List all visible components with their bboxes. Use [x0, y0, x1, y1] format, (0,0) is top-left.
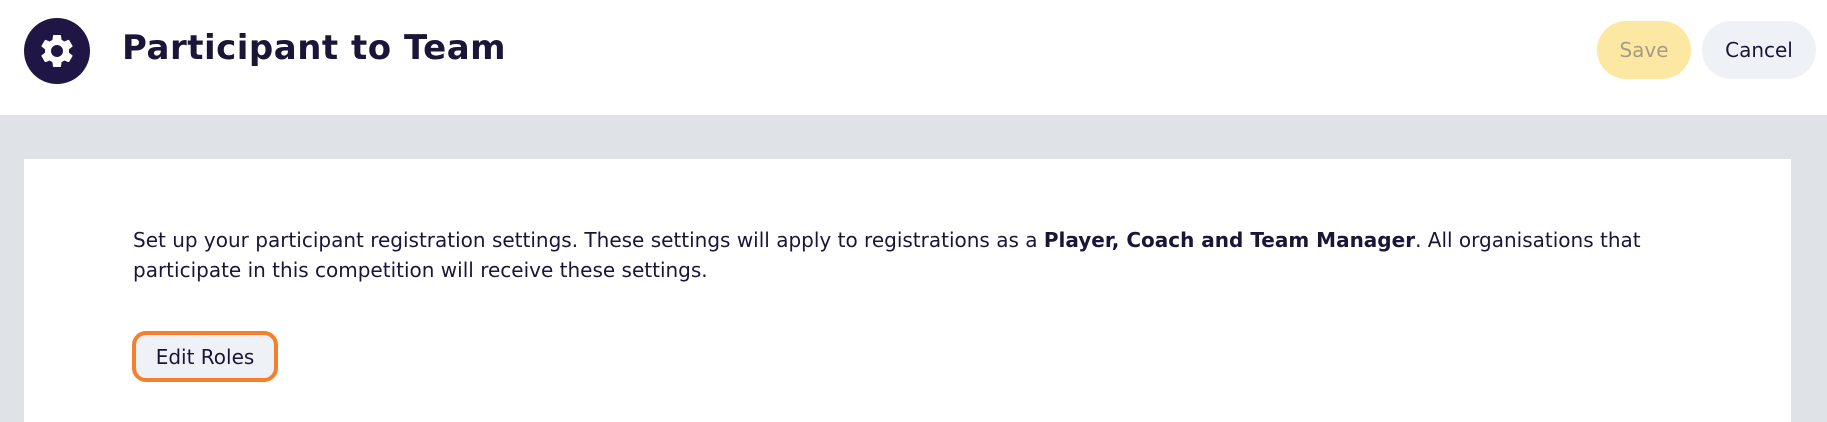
description-roles-bold: Player, Coach and Team Manager: [1043, 228, 1416, 252]
description-text: Set up your participant registration set…: [133, 228, 1044, 252]
page-header: Participant to Team Save Cancel: [0, 0, 1827, 115]
cancel-button[interactable]: Cancel: [1702, 21, 1816, 79]
page-title: Participant to Team: [122, 28, 507, 68]
settings-logo: [24, 18, 90, 84]
gear-icon: [41, 34, 73, 67]
save-button[interactable]: Save: [1597, 21, 1691, 79]
edit-roles-button[interactable]: Edit Roles: [132, 331, 278, 382]
settings-card: Set up your participant registration set…: [24, 159, 1791, 422]
settings-description: Set up your participant registration set…: [133, 225, 1653, 285]
